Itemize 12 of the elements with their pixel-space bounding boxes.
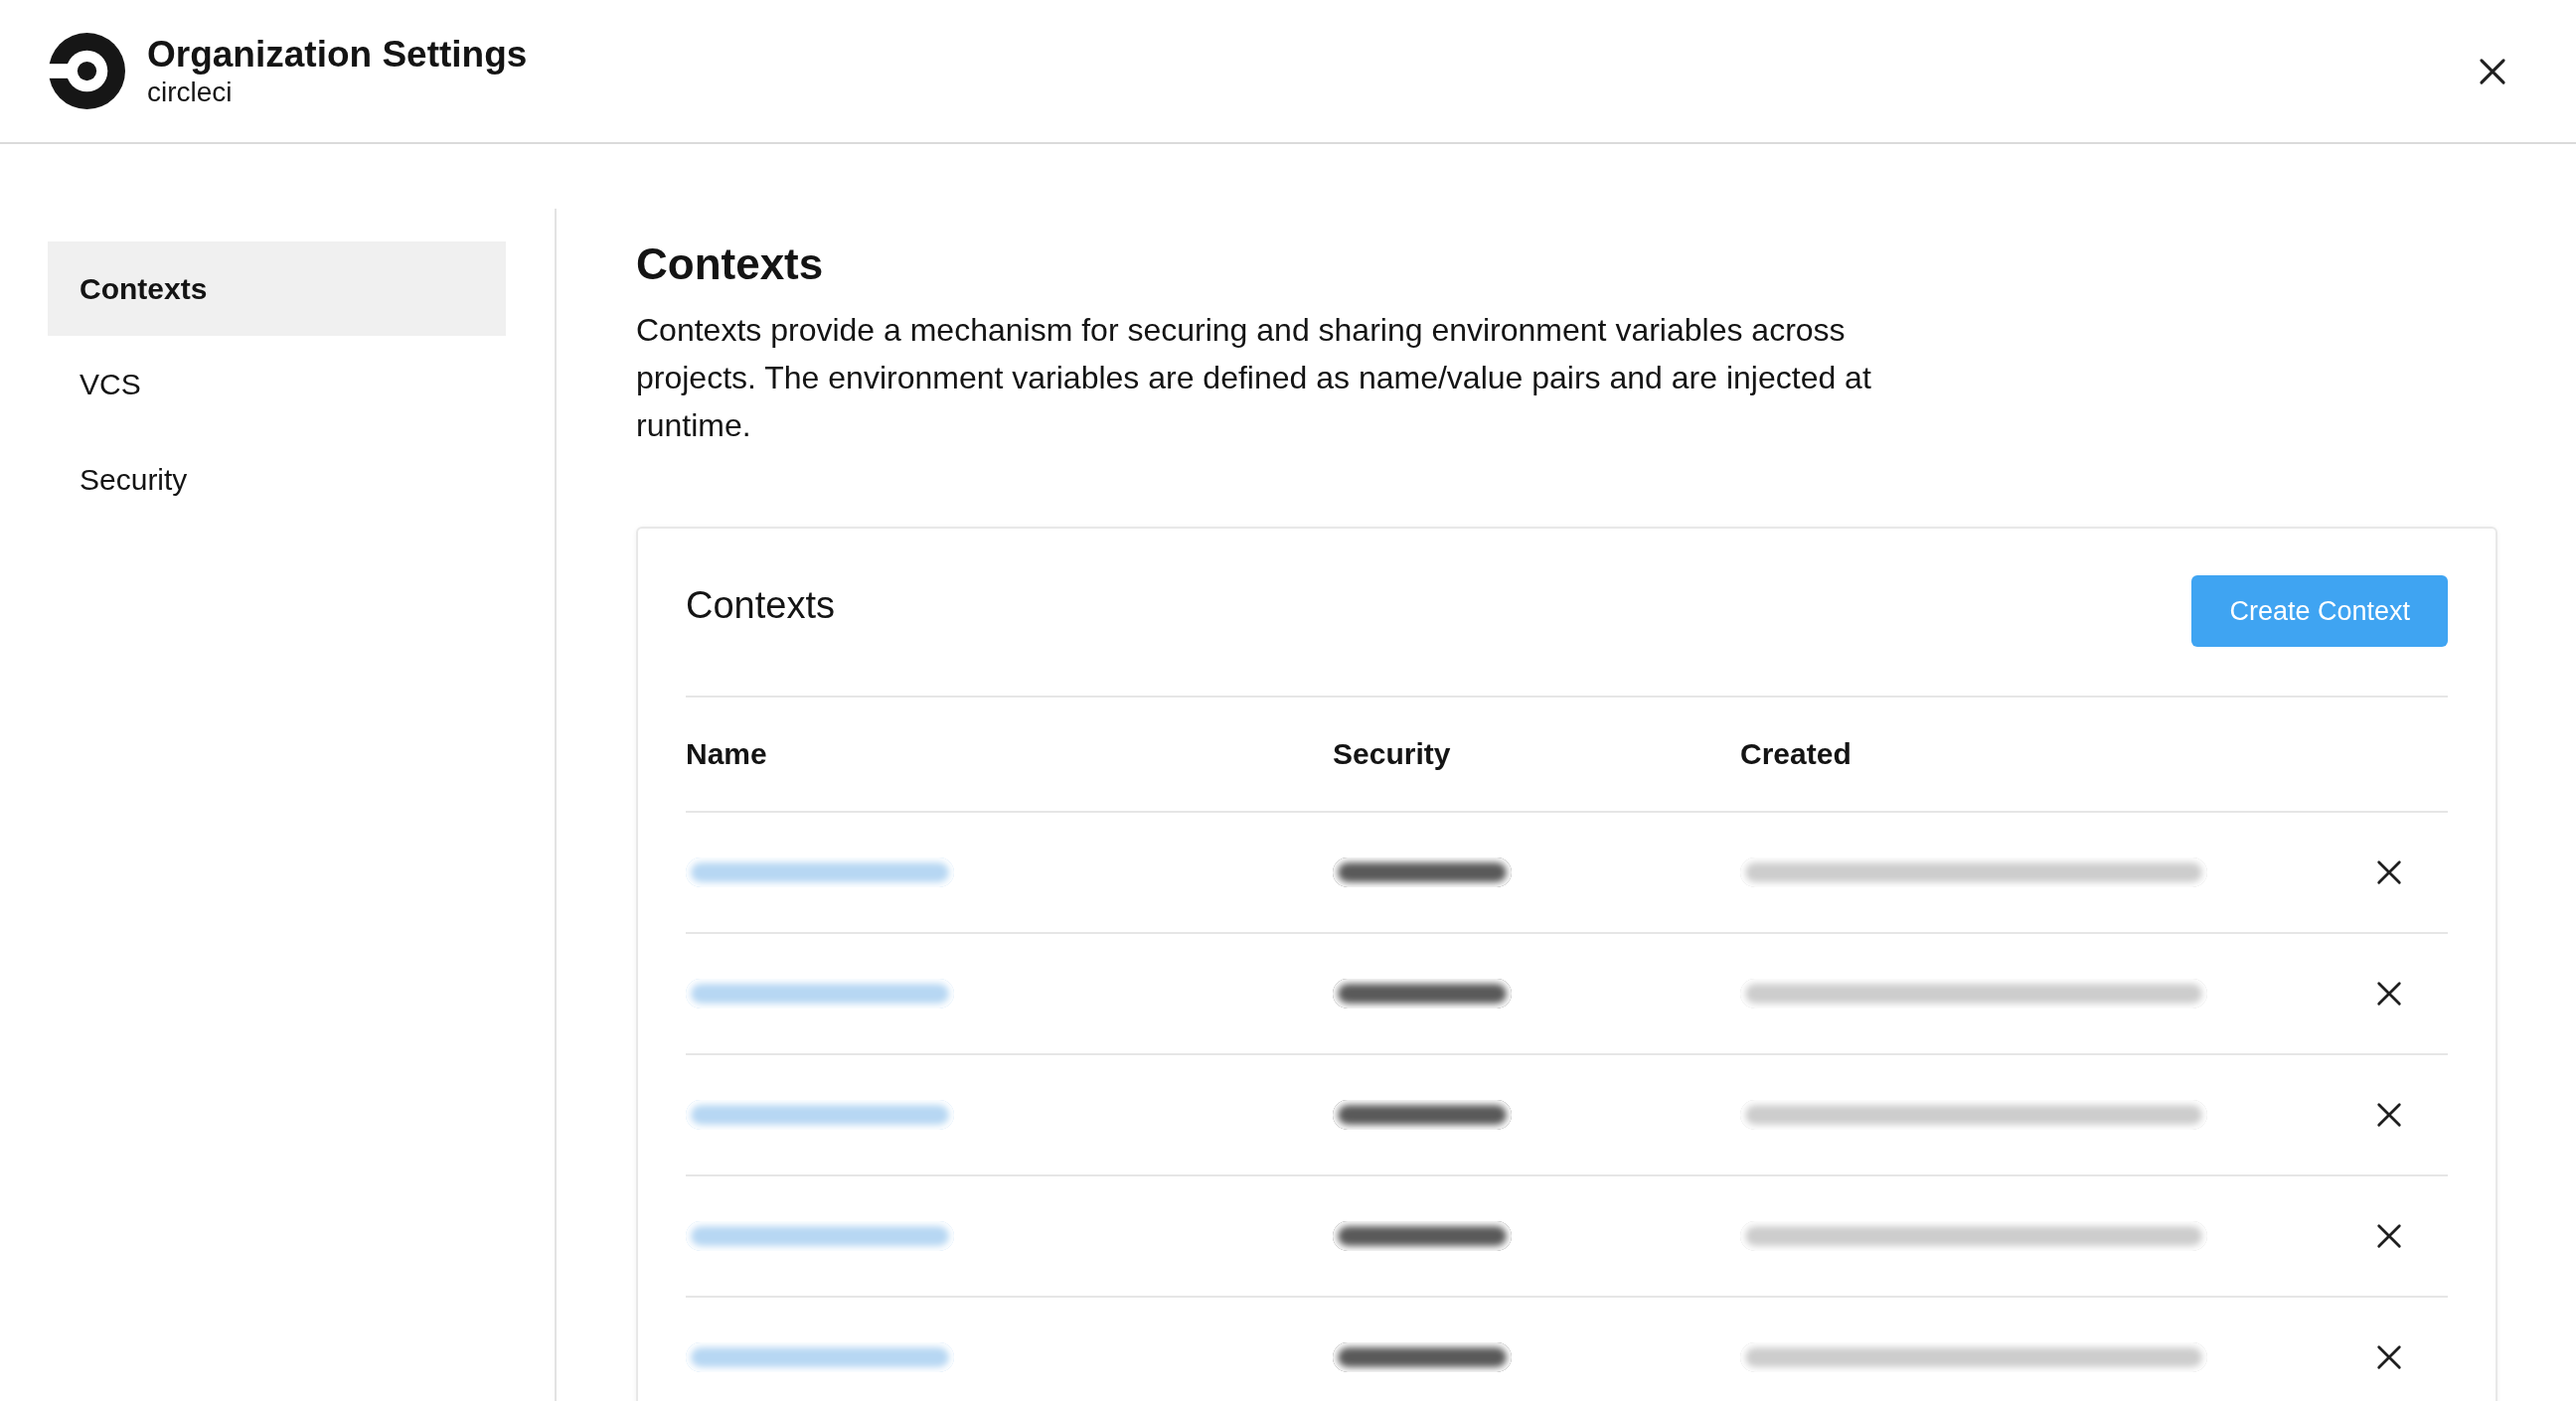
description-text: Contexts provide a mechanism for securing and sharing environment variables across projects. The environment variables are defined as name/value pairs and are injected at runtime. <box>636 311 1872 445</box>
section-heading: Contexts <box>636 238 824 290</box>
logo-icon <box>49 33 125 109</box>
organization-name: circleci <box>147 75 233 109</box>
sidebar-item[interactable]: VCS <box>48 337 506 432</box>
column-header: Name <box>686 737 767 771</box>
column-header: Security <box>1333 737 1451 771</box>
card-heading: Contexts <box>686 583 835 628</box>
sidebar-item[interactable]: Contexts <box>48 241 506 336</box>
column-header: Created <box>1740 737 1852 771</box>
page-title: Organization Settings <box>147 33 528 76</box>
sidebar-item[interactable]: Security <box>48 432 506 528</box>
